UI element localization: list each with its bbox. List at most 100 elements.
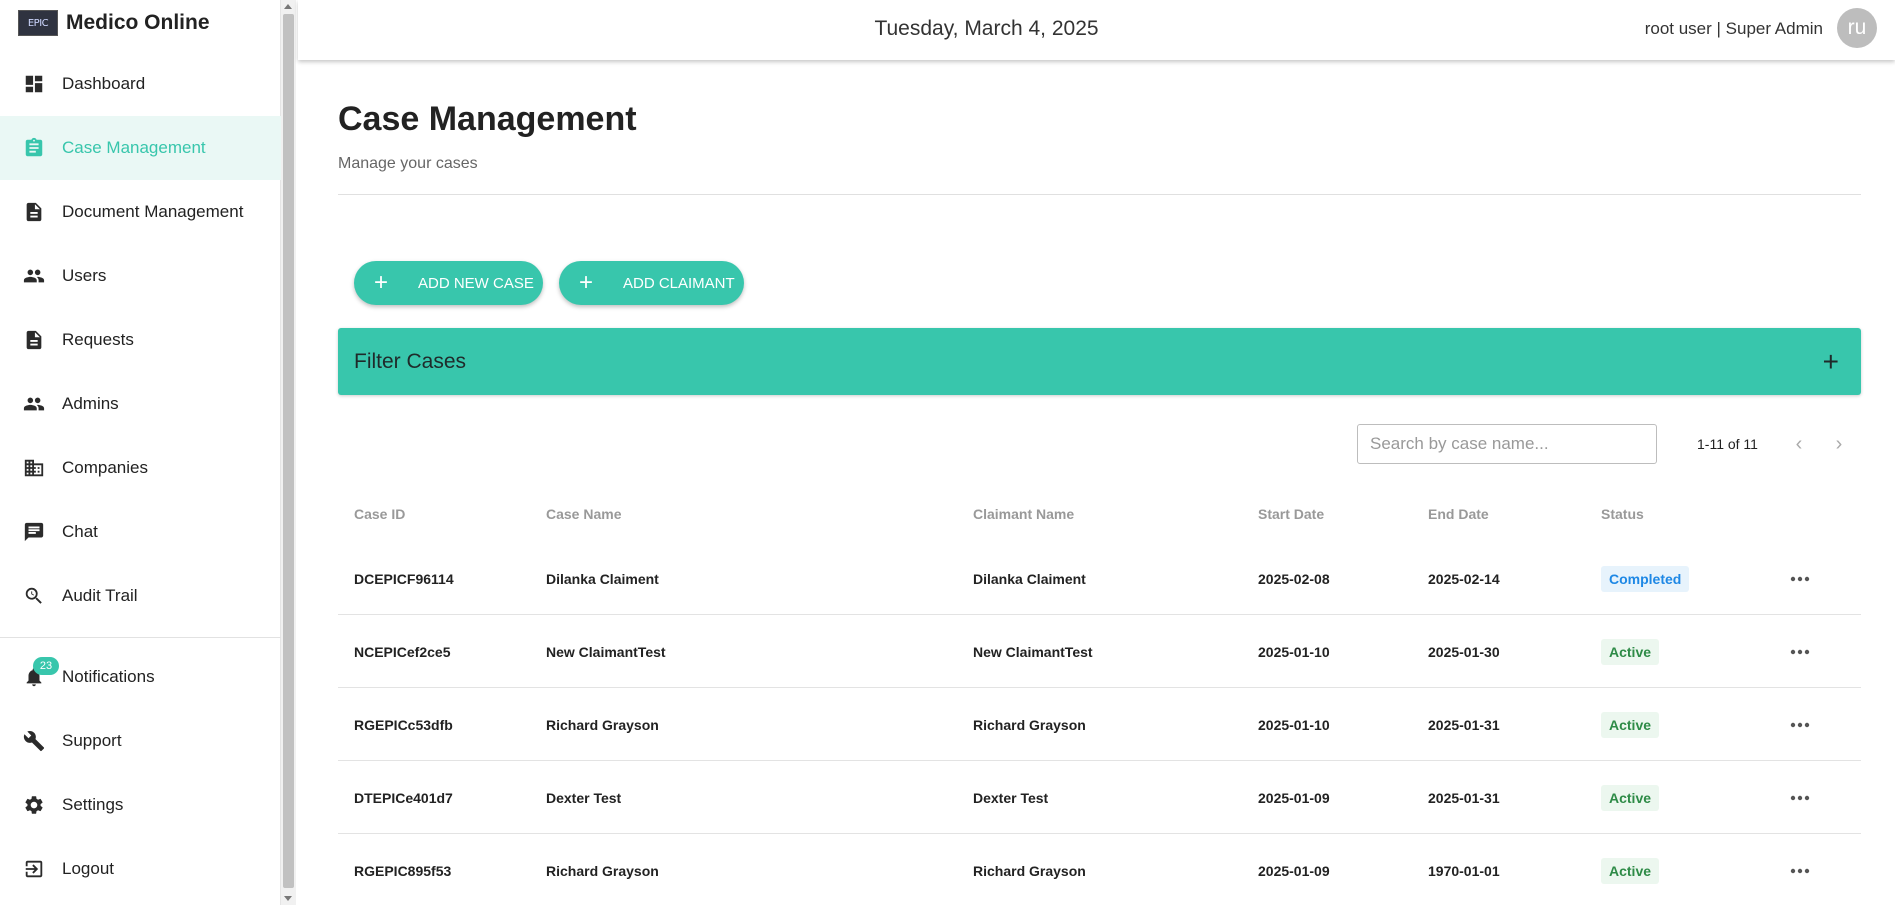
claimant-name-cell: Dilanka Claiment: [973, 570, 1086, 587]
end-date-cell: 2025-02-14: [1428, 570, 1500, 587]
sidebar-divider: [0, 637, 281, 638]
sidebar-item-notifications[interactable]: 23 Notifications: [0, 645, 281, 709]
table-row[interactable]: DTEPICe401d7 Dexter Test Dexter Test 202…: [338, 761, 1861, 834]
people-icon: [22, 264, 46, 288]
sidebar-item-admins[interactable]: Admins: [0, 372, 281, 436]
more-options-icon[interactable]: [1786, 638, 1814, 666]
sidebar-item-logout[interactable]: Logout: [0, 837, 281, 901]
brand-logo: EPIC: [18, 10, 58, 36]
gear-icon: [22, 793, 46, 817]
status-badge: Active: [1601, 639, 1660, 665]
add-new-case-button[interactable]: + ADD NEW CASE: [354, 261, 543, 305]
sidebar-item-document-management[interactable]: Document Management: [0, 180, 281, 244]
column-header-case-id[interactable]: Case ID: [354, 506, 405, 522]
top-header: Tuesday, March 4, 2025 root user | Super…: [298, 0, 1895, 60]
sidebar-item-case-management[interactable]: Case Management: [0, 116, 281, 180]
start-date-cell: 2025-02-08: [1258, 570, 1330, 587]
avatar[interactable]: ru: [1837, 8, 1877, 48]
scroll-thumb[interactable]: [283, 14, 294, 888]
case-name-cell: New ClaimantTest: [546, 643, 666, 660]
claimant-name-cell: Richard Grayson: [973, 716, 1086, 733]
case-name-cell: Richard Grayson: [546, 862, 659, 879]
table-row[interactable]: DCEPICF96114 Dilanka Claiment Dilanka Cl…: [338, 542, 1861, 615]
column-header-claimant-name[interactable]: Claimant Name: [973, 506, 1074, 522]
column-header-case-name[interactable]: Case Name: [546, 506, 622, 522]
plus-icon: +: [374, 269, 389, 296]
claimant-name-cell: Richard Grayson: [973, 862, 1086, 879]
page-title: Case Management: [338, 100, 637, 138]
case-id-cell: DCEPICF96114: [354, 570, 454, 587]
sidebar-item-label: Audit Trail: [62, 586, 138, 605]
end-date-cell: 1970-01-01: [1428, 862, 1500, 879]
status-badge: Active: [1601, 785, 1660, 811]
filter-cases-accordion[interactable]: Filter Cases +: [338, 328, 1861, 395]
add-claimant-button[interactable]: + ADD CLAIMANT: [559, 261, 744, 305]
logout-icon: [22, 857, 46, 881]
claimant-name-cell: Dexter Test: [973, 789, 1049, 806]
end-date-cell: 2025-01-30: [1428, 643, 1500, 660]
end-date-cell: 2025-01-31: [1428, 789, 1500, 806]
sidebar-item-label: Document Management: [62, 202, 244, 221]
brand[interactable]: EPIC Medico Online: [18, 8, 210, 38]
expand-plus-icon[interactable]: +: [1823, 346, 1839, 378]
page-subtitle: Manage your cases: [338, 155, 478, 172]
case-id-cell: RGEPIC895f53: [354, 862, 452, 879]
sidebar-item-label: Logout: [62, 859, 114, 878]
plus-icon: +: [579, 269, 594, 296]
case-id-cell: RGEPICc53dfb: [354, 716, 453, 733]
app-root: EPIC Medico Online Dashboard Case Manage…: [0, 0, 1895, 905]
search-input[interactable]: [1357, 424, 1657, 464]
start-date-cell: 2025-01-09: [1258, 789, 1330, 806]
notification-count-badge: 23: [33, 657, 59, 675]
sidebar-item-users[interactable]: Users: [0, 244, 281, 308]
more-options-icon[interactable]: [1786, 565, 1814, 593]
sidebar: EPIC Medico Online Dashboard Case Manage…: [0, 0, 281, 905]
brand-name: Medico Online: [66, 11, 210, 34]
column-header-end-date[interactable]: End Date: [1428, 506, 1489, 522]
chevron-right-icon[interactable]: ›: [1828, 433, 1850, 455]
table-row[interactable]: RGEPIC895f53 Richard Grayson Richard Gra…: [338, 834, 1861, 905]
sidebar-item-audit-trail[interactable]: Audit Trail: [0, 564, 281, 628]
table-row[interactable]: NCEPICef2ce5 New ClaimantTest New Claima…: [338, 615, 1861, 688]
status-badge: Active: [1601, 858, 1660, 884]
start-date-cell: 2025-01-10: [1258, 716, 1330, 733]
chat-icon: [22, 520, 46, 544]
sidebar-item-label: Chat: [62, 522, 98, 541]
case-id-cell: NCEPICef2ce5: [354, 643, 451, 660]
sidebar-item-label: Settings: [62, 795, 124, 814]
sidebar-item-settings[interactable]: Settings: [0, 773, 281, 837]
more-options-icon[interactable]: [1786, 857, 1814, 885]
sidebar-item-label: Users: [62, 266, 107, 285]
sidebar-item-label: Support: [62, 731, 122, 750]
case-name-cell: Richard Grayson: [546, 716, 659, 733]
sidebar-item-chat[interactable]: Chat: [0, 500, 281, 564]
sidebar-item-label: Dashboard: [62, 74, 146, 93]
more-options-icon[interactable]: [1786, 711, 1814, 739]
chevron-left-icon[interactable]: ‹: [1788, 433, 1810, 455]
sidebar-item-requests[interactable]: Requests: [0, 308, 281, 372]
sidebar-item-support[interactable]: Support: [0, 709, 281, 773]
status-badge: Active: [1601, 712, 1660, 738]
more-options-icon[interactable]: [1786, 784, 1814, 812]
document-icon: [22, 328, 46, 352]
column-header-status[interactable]: Status: [1601, 506, 1644, 522]
scroll-up-icon[interactable]: [284, 4, 292, 9]
start-date-cell: 2025-01-09: [1258, 862, 1330, 879]
sidebar-item-companies[interactable]: Companies: [0, 436, 281, 500]
wrench-icon: [22, 729, 46, 753]
building-icon: [22, 456, 46, 480]
people-icon: [22, 392, 46, 416]
case-name-cell: Dilanka Claiment: [546, 570, 659, 587]
title-divider: [338, 194, 1861, 195]
case-name-cell: Dexter Test: [546, 789, 622, 806]
search-history-icon: [22, 584, 46, 608]
filter-cases-title: Filter Cases: [354, 349, 467, 373]
column-header-start-date[interactable]: Start Date: [1258, 506, 1324, 522]
table-row[interactable]: RGEPICc53dfb Richard Grayson Richard Gra…: [338, 688, 1861, 761]
status-badge: Completed: [1601, 566, 1690, 592]
scroll-down-icon[interactable]: [284, 896, 292, 901]
sidebar-scrollbar[interactable]: [281, 0, 296, 905]
case-id-cell: DTEPICe401d7: [354, 789, 453, 806]
sidebar-item-label: Notifications: [62, 667, 155, 686]
sidebar-item-dashboard[interactable]: Dashboard: [0, 52, 281, 116]
